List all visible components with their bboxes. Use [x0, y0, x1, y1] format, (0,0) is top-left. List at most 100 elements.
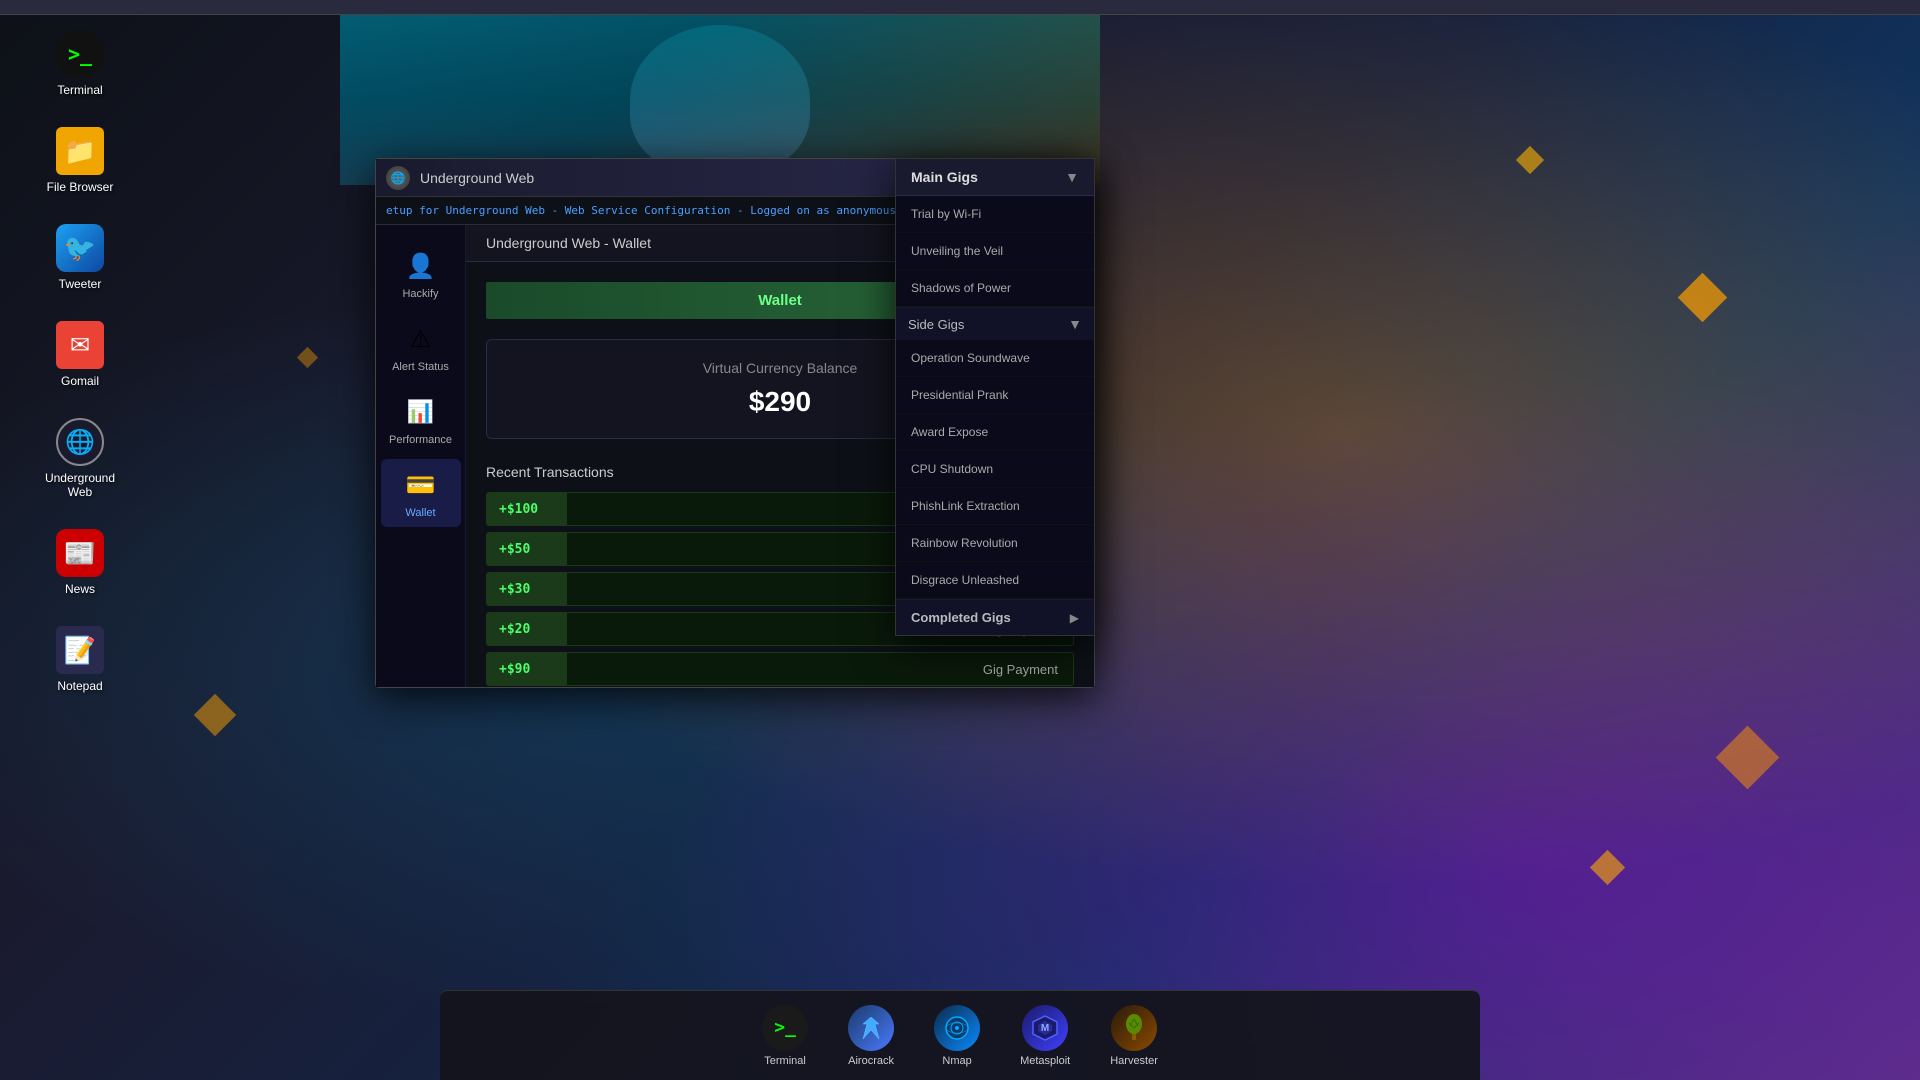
gig-item-award-expose[interactable]: Award Expose — [896, 414, 1094, 451]
gomail-icon: ✉ — [56, 321, 104, 369]
taskbar-harvester-label: Harvester — [1110, 1055, 1158, 1067]
window-app-icon: 🌐 — [386, 166, 410, 190]
gig-item-unveiling-the-veil[interactable]: Unveiling the Veil — [896, 233, 1094, 270]
gig-item-cpu-shutdown[interactable]: CPU Shutdown — [896, 451, 1094, 488]
taskbar-terminal-icon: >_ — [762, 1005, 808, 1051]
desktop-icon-underground-web[interactable]: 🌐 Underground Web — [40, 418, 120, 499]
performance-label: Performance — [389, 434, 452, 446]
decoration-diamond-1 — [1516, 146, 1544, 174]
desktop-icon-gomail[interactable]: ✉ Gomail — [40, 321, 120, 388]
desktop-icon-tweeter[interactable]: 🐦 Tweeter — [40, 224, 120, 291]
decoration-diamond-3 — [1716, 726, 1780, 790]
hackify-icon: 👤 — [403, 248, 439, 284]
gig-rainbow-label: Rainbow Revolution — [911, 536, 1018, 550]
gig-item-trial-by-wifi[interactable]: Trial by Wi-Fi — [896, 196, 1094, 233]
alert-status-label: Alert Status — [392, 361, 449, 373]
decoration-diamond-4 — [1590, 850, 1625, 885]
desktop-icon-list: >_ Terminal 📁 File Browser 🐦 Tweeter ✉ G… — [40, 30, 120, 693]
performance-icon: 📊 — [403, 394, 439, 430]
gomail-label: Gomail — [61, 374, 99, 388]
app-sidebar: 👤 Hackify ⚠ Alert Status 📊 Performance 💳… — [376, 225, 466, 687]
tweeter-label: Tweeter — [59, 277, 102, 291]
hackify-label: Hackify — [402, 288, 438, 300]
side-gigs-section: Operation Soundwave Presidential Prank A… — [896, 340, 1094, 600]
gig-phishlink-label: PhishLink Extraction — [911, 499, 1020, 513]
decoration-diamond-6 — [194, 694, 236, 736]
tx-amount-2: +$30 — [487, 573, 567, 605]
sidebar-performance-btn[interactable]: 📊 Performance — [381, 386, 461, 454]
sidebar-hackify-btn[interactable]: 👤 Hackify — [381, 240, 461, 308]
gig-item-presidential-prank[interactable]: Presidential Prank — [896, 377, 1094, 414]
main-gigs-chevron-icon: ▼ — [1065, 169, 1079, 185]
taskbar-nmap-icon — [934, 1005, 980, 1051]
wallet-icon: 💳 — [403, 467, 439, 503]
tx-desc-4: Gig Payment — [567, 662, 1073, 677]
taskbar-airocrack-icon — [848, 1005, 894, 1051]
taskbar-nmap-label: Nmap — [942, 1055, 971, 1067]
tx-amount-3: +$20 — [487, 613, 567, 645]
taskbar-harvester[interactable]: Harvester — [1100, 1000, 1168, 1072]
completed-gigs-chevron-icon: ▶ — [1070, 611, 1079, 625]
gig-award-label: Award Expose — [911, 425, 988, 439]
gig-item-phishlink-extraction[interactable]: PhishLink Extraction — [896, 488, 1094, 525]
desktop-icon-notepad[interactable]: 📝 Notepad — [40, 626, 120, 693]
underground-web-icon: 🌐 — [56, 418, 104, 466]
file-browser-icon: 📁 — [56, 127, 104, 175]
gig-item-shadows-of-power[interactable]: Shadows of Power — [896, 270, 1094, 307]
taskbar-metasploit-icon: M — [1022, 1005, 1068, 1051]
gig-cpu-label: CPU Shutdown — [911, 462, 993, 476]
underground-web-label: Underground Web — [40, 471, 120, 499]
tx-amount-4: +$90 — [487, 653, 567, 685]
svg-text:M: M — [1041, 1023, 1049, 1034]
gigs-panel-header[interactable]: Main Gigs ▼ — [896, 159, 1094, 196]
taskbar-metasploit-label: Metasploit — [1020, 1055, 1070, 1067]
taskbar-nmap[interactable]: Nmap — [924, 1000, 990, 1072]
taskbar-terminal-label: Terminal — [764, 1055, 806, 1067]
file-browser-label: File Browser — [47, 180, 114, 194]
taskbar-airocrack[interactable]: Airocrack — [838, 1000, 904, 1072]
desktop-icon-file-browser[interactable]: 📁 File Browser — [40, 127, 120, 194]
main-gigs-section: Trial by Wi-Fi Unveiling the Veil Shadow… — [896, 196, 1094, 308]
side-gigs-chevron-icon: ▼ — [1068, 316, 1082, 332]
terminal-icon: >_ — [56, 30, 104, 78]
character-face — [630, 25, 810, 175]
decoration-diamond-5 — [297, 347, 318, 368]
news-icon: 📰 — [56, 529, 104, 577]
taskbar-airocrack-label: Airocrack — [848, 1055, 894, 1067]
alert-status-icon: ⚠ — [403, 321, 439, 357]
tx-amount-1: +$50 — [487, 533, 567, 565]
news-label: News — [65, 582, 95, 596]
notepad-icon: 📝 — [56, 626, 104, 674]
desktop-icon-terminal[interactable]: >_ Terminal — [40, 30, 120, 97]
content-title: Underground Web - Wallet — [486, 235, 651, 251]
tx-amount-0: +$100 — [487, 493, 567, 525]
gig-trial-label: Trial by Wi-Fi — [911, 207, 981, 221]
gigs-panel: Main Gigs ▼ Trial by Wi-Fi Unveiling the… — [895, 158, 1095, 636]
main-gigs-title: Main Gigs — [911, 169, 978, 185]
gig-prank-label: Presidential Prank — [911, 388, 1008, 402]
decoration-diamond-2 — [1678, 273, 1727, 322]
system-top-bar — [0, 0, 1920, 15]
gig-veil-label: Unveiling the Veil — [911, 244, 1003, 258]
completed-gigs-label: Completed Gigs — [911, 610, 1011, 625]
sidebar-alert-status-btn[interactable]: ⚠ Alert Status — [381, 313, 461, 381]
gig-soundwave-label: Operation Soundwave — [911, 351, 1030, 365]
gig-item-disgrace-unleashed[interactable]: Disgrace Unleashed — [896, 562, 1094, 599]
side-gigs-title: Side Gigs — [908, 317, 964, 332]
tweeter-icon: 🐦 — [56, 224, 104, 272]
sidebar-wallet-btn[interactable]: 💳 Wallet — [381, 459, 461, 527]
gig-item-operation-soundwave[interactable]: Operation Soundwave — [896, 340, 1094, 377]
transaction-row-4: +$90 Gig Payment — [486, 652, 1074, 686]
side-gigs-section-header[interactable]: Side Gigs ▼ — [896, 308, 1094, 340]
gig-shadows-label: Shadows of Power — [911, 281, 1011, 295]
taskbar-metasploit[interactable]: M Metasploit — [1010, 1000, 1080, 1072]
taskbar: >_ Terminal Airocrack Nmap M — [440, 990, 1480, 1080]
taskbar-harvester-icon — [1111, 1005, 1157, 1051]
gig-item-rainbow-revolution[interactable]: Rainbow Revolution — [896, 525, 1094, 562]
terminal-icon-label: Terminal — [57, 83, 102, 97]
notepad-label: Notepad — [57, 679, 102, 693]
wallet-label: Wallet — [405, 507, 435, 519]
taskbar-terminal[interactable]: >_ Terminal — [752, 1000, 818, 1072]
desktop-icon-news[interactable]: 📰 News — [40, 529, 120, 596]
completed-gigs-header[interactable]: Completed Gigs ▶ — [896, 600, 1094, 635]
